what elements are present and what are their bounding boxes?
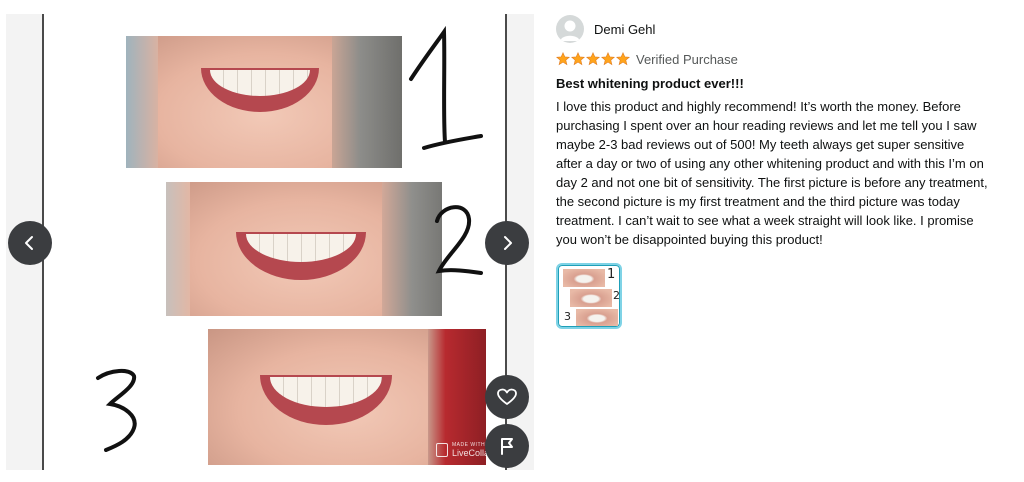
flag-icon xyxy=(501,438,513,455)
star-icon xyxy=(616,52,630,66)
star-icon xyxy=(586,52,600,66)
review-image: MADE WITH LiveCollage xyxy=(42,14,507,470)
review-image-thumbnail[interactable]: 1 2 3 xyxy=(556,263,622,329)
thumb-digit-2: 2 xyxy=(613,289,620,302)
chevron-right-icon xyxy=(504,236,512,250)
star-icon xyxy=(571,52,585,66)
thumb-digit-3: 3 xyxy=(564,310,571,323)
verified-purchase-badge: Verified Purchase xyxy=(636,51,738,67)
label-digit-2 xyxy=(435,205,483,275)
photo-first-treatment xyxy=(166,182,442,316)
star-icon xyxy=(601,52,615,66)
livecollage-logo-icon xyxy=(436,443,448,457)
photo-before-treatment xyxy=(126,36,402,168)
star-rating xyxy=(556,52,630,66)
review-body: I love this product and highly recommend… xyxy=(556,99,988,247)
report-image-button[interactable] xyxy=(485,424,529,468)
label-digit-3 xyxy=(96,369,137,452)
user-avatar-icon xyxy=(560,20,580,41)
label-digit-1 xyxy=(409,25,483,150)
next-image-button[interactable] xyxy=(485,221,529,265)
reviewer-name[interactable]: Demi Gehl xyxy=(594,22,655,37)
like-image-button[interactable] xyxy=(485,375,529,419)
chevron-left-icon xyxy=(25,236,33,250)
star-icon xyxy=(556,52,570,66)
thumb-digit-1: 1 xyxy=(607,267,616,282)
rating-row: Verified Purchase xyxy=(556,51,996,67)
image-viewer: MADE WITH LiveCollage xyxy=(6,14,534,470)
review-title: Best whitening product ever!!! xyxy=(556,76,744,91)
reviewer-profile[interactable]: Demi Gehl xyxy=(556,15,996,43)
avatar[interactable] xyxy=(556,15,584,43)
heart-icon xyxy=(497,388,517,405)
previous-image-button[interactable] xyxy=(8,221,52,265)
customer-review: Demi Gehl Verified Purchase Best whiteni… xyxy=(556,15,996,329)
